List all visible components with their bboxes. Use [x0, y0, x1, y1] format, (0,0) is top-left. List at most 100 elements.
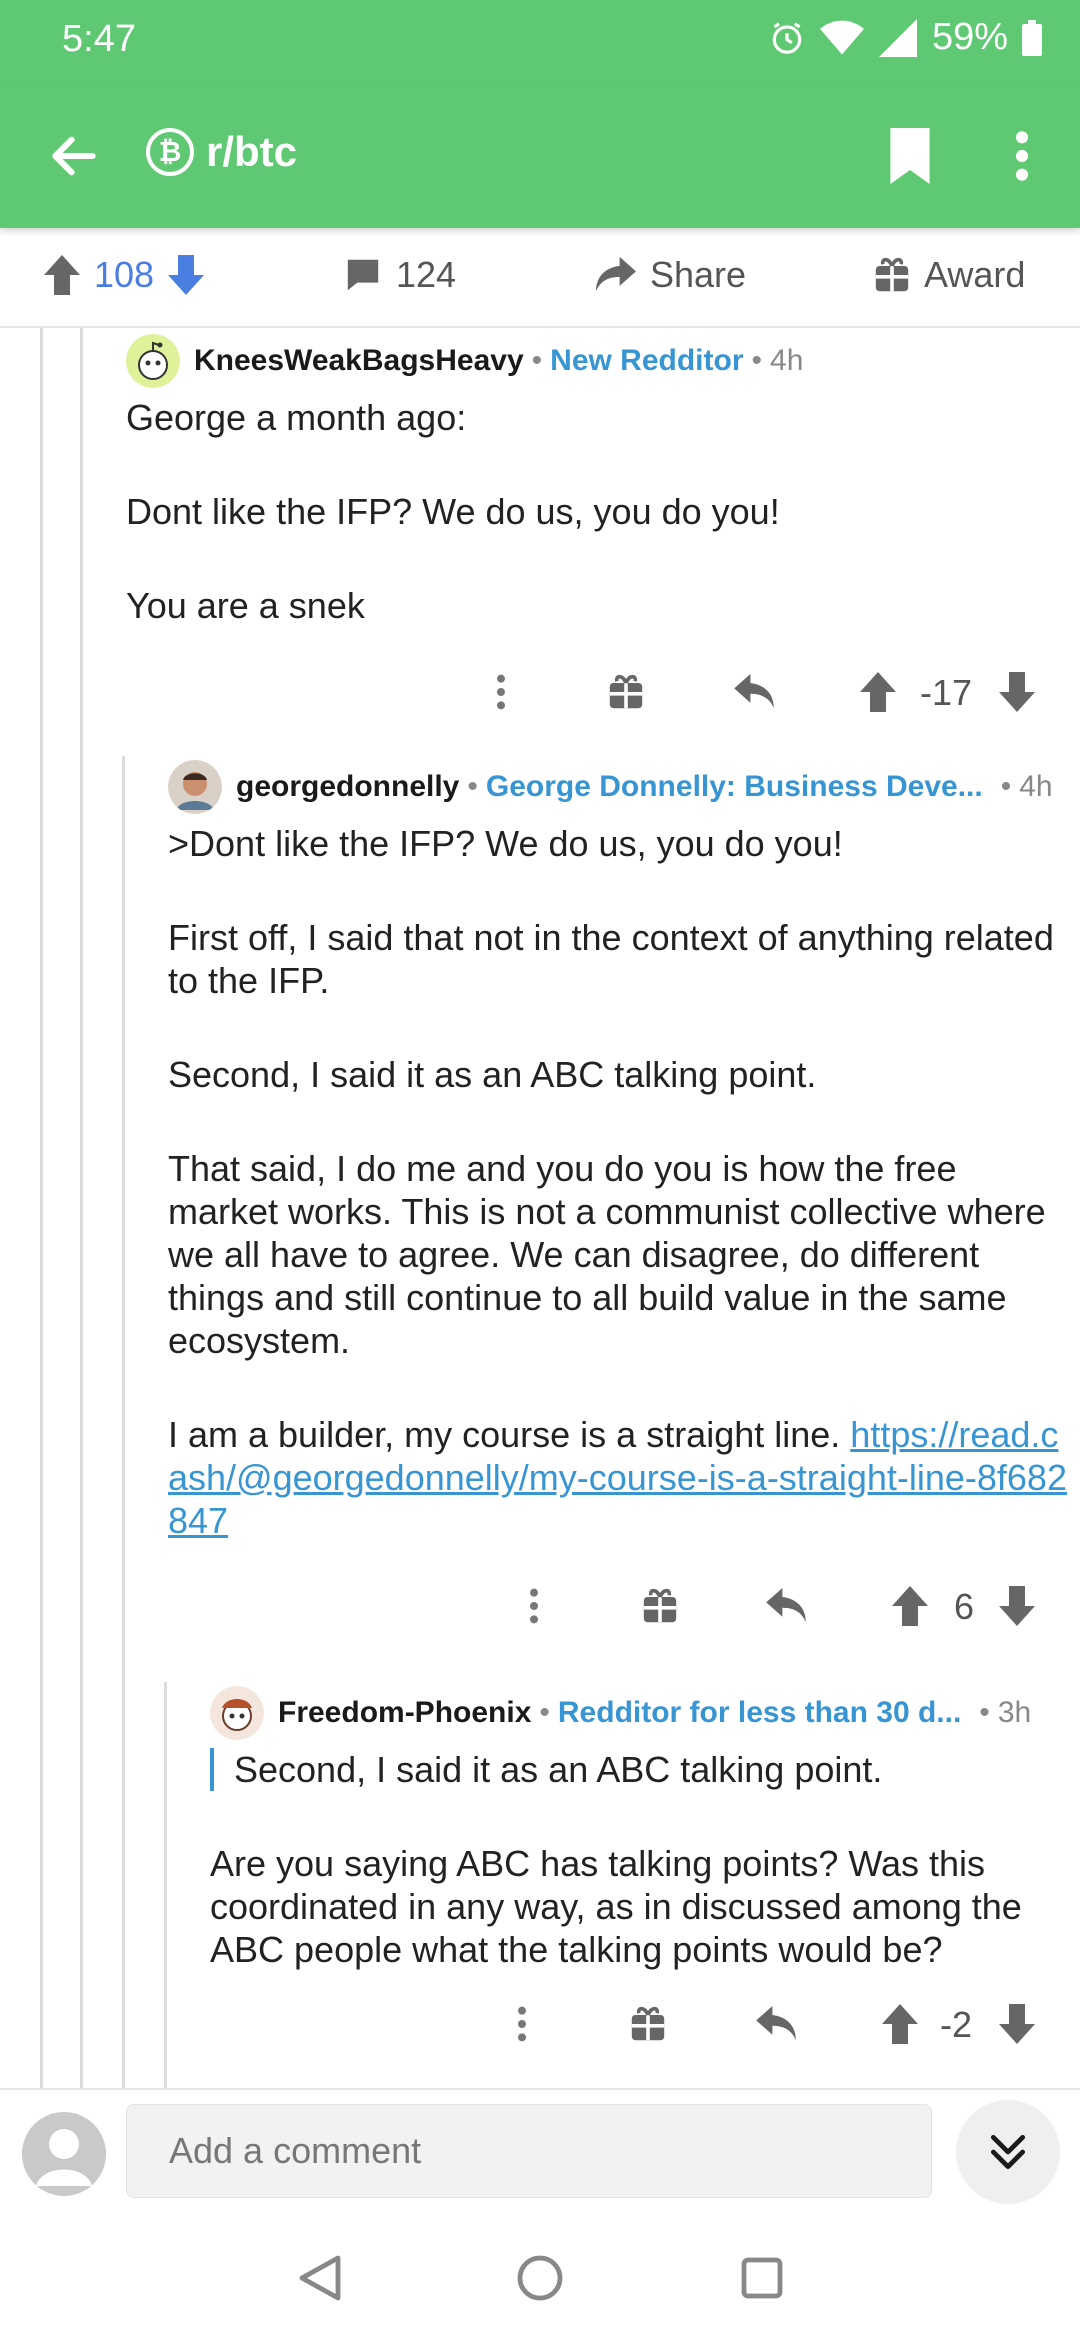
app-bar: ₿ r/btc: [0, 84, 1080, 228]
bookmark-icon[interactable]: [886, 128, 934, 184]
separator-dot: •: [1000, 770, 1012, 803]
upvote-icon[interactable]: [892, 1586, 928, 1626]
subreddit-title[interactable]: ₿ r/btc: [146, 128, 297, 176]
comment: KneesWeakBagsHeavy • New Redditor • 4h G…: [126, 334, 1046, 627]
comment-header: georgedonnelly • George Donnelly: Busine…: [168, 760, 1068, 814]
nav-back-icon[interactable]: [298, 2254, 342, 2302]
downvote-icon[interactable]: [999, 1586, 1035, 1626]
vote-group: 108: [44, 254, 205, 296]
current-user-avatar-icon[interactable]: [22, 2112, 106, 2196]
comment-thread: KneesWeakBagsHeavy • New Redditor • 4h G…: [0, 328, 1080, 2088]
upvote-icon[interactable]: [882, 2004, 918, 2044]
gift-icon: [875, 257, 909, 292]
upvote-icon[interactable]: [860, 672, 896, 712]
add-comment-input[interactable]: Add a comment: [126, 2104, 932, 2198]
more-options-icon[interactable]: [1010, 128, 1034, 184]
alarm-icon: [772, 21, 802, 54]
separator-dot: •: [539, 1696, 550, 1729]
battery-icon: [1022, 19, 1042, 56]
reply-icon[interactable]: [734, 674, 774, 710]
separator-dot: •: [751, 344, 763, 377]
collapse-comments-button[interactable]: [956, 2100, 1060, 2204]
thread-line-depth-2: [80, 328, 83, 2088]
comment-score: 6: [954, 1586, 975, 1627]
nav-home-icon[interactable]: [516, 2254, 564, 2302]
downvote-icon[interactable]: [999, 672, 1035, 712]
comment-body: Second, I said it as an ABC talking poin…: [210, 1748, 1060, 1971]
double-chevron-down-icon: [990, 2134, 1026, 2170]
comments-button[interactable]: 124: [344, 254, 456, 296]
reply-icon[interactable]: [766, 1588, 806, 1624]
comment: georgedonnelly • George Donnelly: Busine…: [168, 760, 1068, 1542]
more-options-icon[interactable]: [515, 2004, 529, 2044]
comment-icon: [347, 259, 379, 291]
comment-header: KneesWeakBagsHeavy • New Redditor • 4h: [126, 334, 1046, 388]
comment-actions: 6: [0, 1576, 1080, 1636]
more-options-icon[interactable]: [494, 672, 508, 712]
back-arrow-icon[interactable]: [46, 128, 102, 184]
battery-percent: 59%: [931, 16, 1008, 58]
nav-recents-icon[interactable]: [740, 2256, 784, 2300]
downvote-icon[interactable]: [168, 255, 205, 295]
system-nav-bar: [0, 2210, 1080, 2340]
user-avatar-icon[interactable]: [168, 760, 222, 814]
comment-quote: Second, I said it as an ABC talking poin…: [210, 1748, 1060, 1791]
separator-dot: •: [979, 1696, 990, 1729]
award-label: Award: [924, 254, 1026, 295]
comment-paragraph: Are you saying ABC has talking points? W…: [210, 1843, 1022, 1970]
comment-score: -2: [940, 2004, 973, 2045]
subreddit-name: r/btc: [206, 128, 298, 175]
upvote-icon[interactable]: [44, 255, 80, 295]
more-options-icon[interactable]: [527, 1586, 541, 1626]
snoo-avatar-icon[interactable]: [126, 334, 180, 388]
gift-icon[interactable]: [642, 1588, 678, 1624]
downvote-icon[interactable]: [999, 2004, 1035, 2044]
status-time: 5:47: [62, 18, 136, 60]
separator-dot: •: [531, 344, 543, 377]
bitcoin-icon: ₿: [146, 128, 194, 176]
share-button[interactable]: Share: [596, 254, 746, 296]
comment-paragraph: I am a builder, my course is a straight …: [168, 1413, 1068, 1542]
comment: Freedom-Phoenix • Redditor for less than…: [210, 1686, 1060, 1971]
thread-line-depth-1: [40, 328, 43, 2088]
status-bar: 5:47 59%: [0, 0, 1080, 84]
comment-age: 3h: [997, 1696, 1032, 1729]
comment-paragraph: >Dont like the IFP? We do us, you do you…: [168, 823, 843, 864]
user-flair: New Redditor: [550, 344, 744, 377]
comment-score: -17: [920, 672, 973, 713]
comment-actions: -17: [0, 662, 1080, 722]
share-label: Share: [650, 254, 747, 295]
comment-header: Freedom-Phoenix • Redditor for less than…: [210, 1686, 1060, 1740]
comment-age: 4h: [770, 344, 804, 377]
comment-text: I am a builder, my course is a straight …: [168, 1414, 851, 1455]
comment-count: 124: [396, 254, 457, 295]
comment-body: >Dont like the IFP? We do us, you do you…: [168, 822, 1068, 1542]
comment-age: 4h: [1019, 770, 1053, 803]
gift-icon[interactable]: [608, 674, 644, 710]
comment-paragraph: That said, I do me and you do you is how…: [168, 1148, 1046, 1361]
comment-paragraph: George a month ago:: [126, 397, 467, 438]
separator-dot: •: [467, 770, 478, 803]
reply-icon[interactable]: [756, 2006, 796, 2042]
comment-paragraph: You are a snek: [126, 585, 365, 626]
thread-line-depth-3: [122, 756, 125, 2088]
user-flair: Redditor for less than 30 d...: [557, 1696, 962, 1729]
signal-icon: [878, 18, 917, 57]
comment-actions: -2: [0, 1994, 1080, 2054]
comment-composer: Add a comment: [0, 2088, 1080, 2204]
share-icon: [596, 256, 636, 292]
post-score: 108: [94, 254, 155, 295]
post-action-bar: 108 124 Share Award: [0, 228, 1080, 328]
comment-paragraph: First off, I said that not in the contex…: [168, 917, 1054, 1001]
comment-username[interactable]: KneesWeakBagsHeavy: [194, 344, 524, 378]
comment-body: George a month ago: Dont like the IFP? W…: [126, 396, 1046, 627]
comment-paragraph: Second, I said it as an ABC talking poin…: [168, 1054, 817, 1095]
wifi-icon: [819, 20, 864, 54]
comment-username[interactable]: georgedonnelly: [236, 770, 459, 804]
snoo-avatar-icon[interactable]: [210, 1686, 264, 1740]
comment-username[interactable]: Freedom-Phoenix: [278, 1696, 531, 1730]
user-flair: George Donnelly: Business Deve...: [485, 770, 983, 803]
gift-icon[interactable]: [630, 2006, 666, 2042]
comment-paragraph: Dont like the IFP? We do us, you do you!: [126, 491, 780, 532]
award-button[interactable]: Award: [874, 254, 1025, 296]
